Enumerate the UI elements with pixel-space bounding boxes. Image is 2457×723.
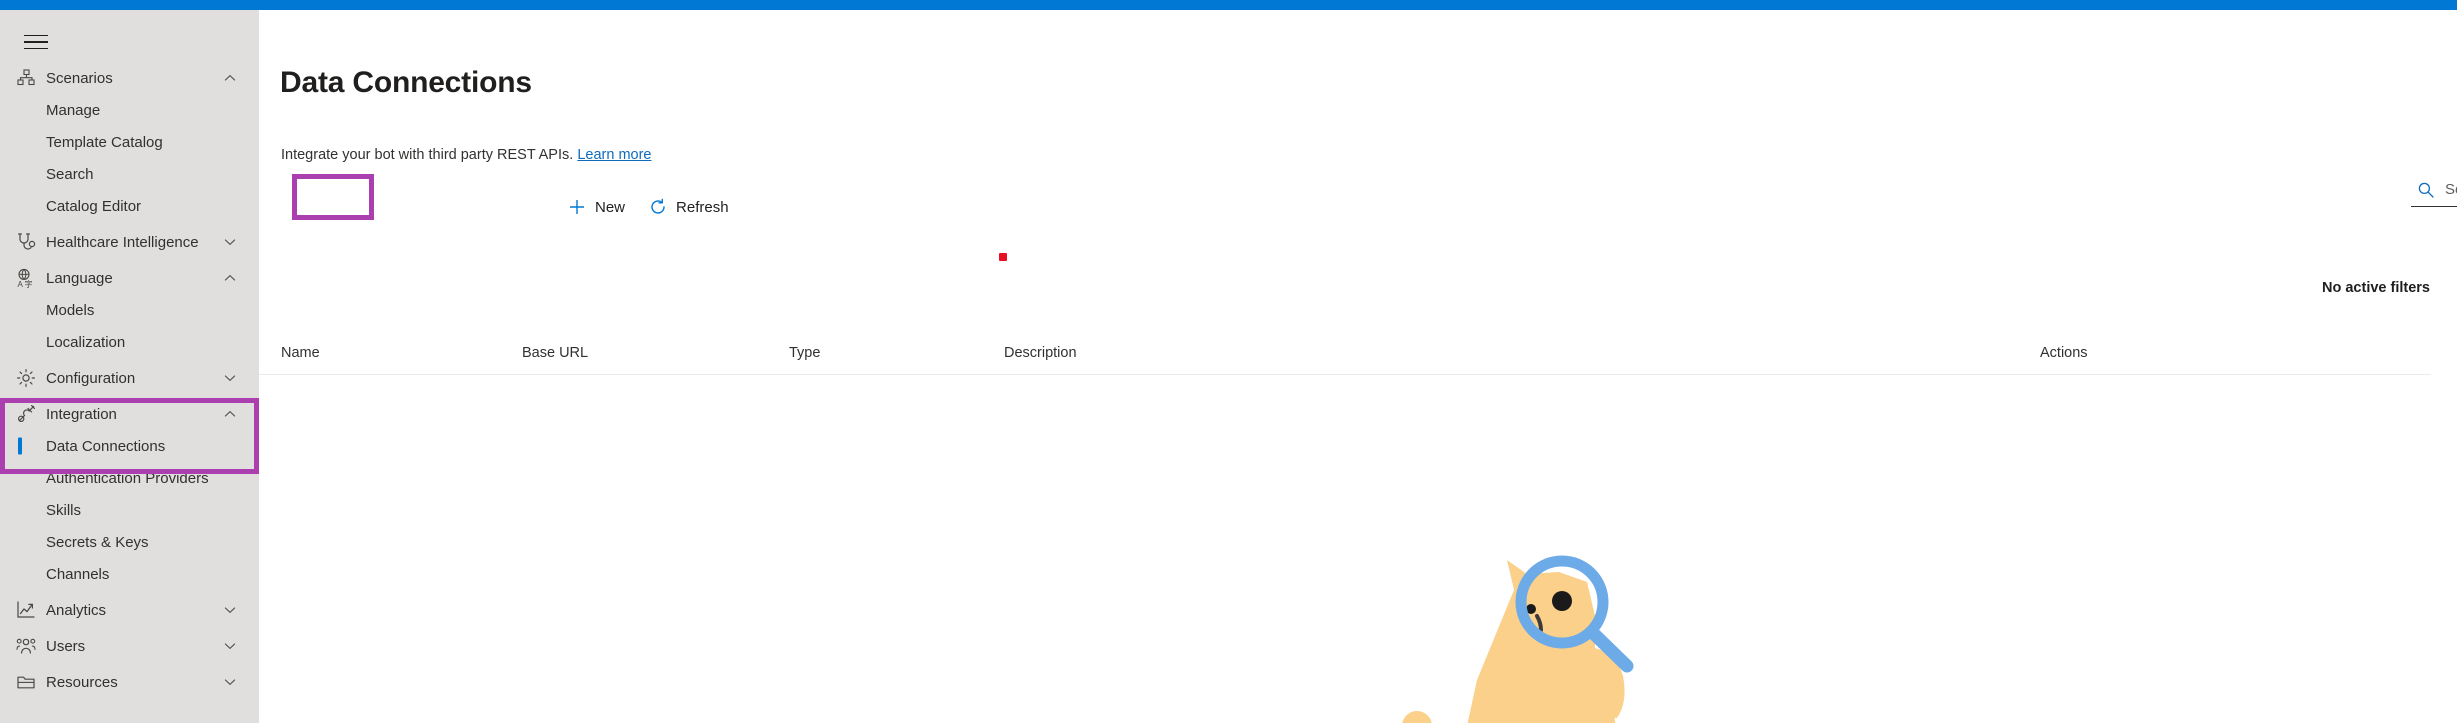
svg-text:A: A (18, 280, 24, 288)
new-button[interactable]: New (556, 189, 637, 225)
active-indicator (18, 437, 22, 455)
sidebar-item-label: Template Catalog (46, 133, 163, 151)
chevron-up-icon[interactable] (223, 407, 237, 421)
subtitle-text: Integrate your bot with third party REST… (281, 147, 574, 163)
sidebar-item-resources[interactable]: Resources (0, 666, 259, 698)
search-input[interactable] (2445, 181, 2457, 198)
sidebar-nav-list: Scenarios Manage Template Catalog Search Cat… (0, 58, 259, 698)
hierarchy-icon (16, 68, 46, 88)
no-active-filters-status: No active filters (2322, 280, 2430, 296)
command-bar: New Refresh (556, 189, 741, 225)
search-box[interactable] (2411, 173, 2457, 207)
sidebar-item-label: Models (46, 301, 95, 319)
refresh-icon (649, 198, 667, 216)
chevron-down-icon[interactable] (223, 235, 237, 249)
folder-icon (16, 672, 46, 692)
top-accent-bar (0, 0, 2457, 10)
cursor-marker (999, 253, 1007, 261)
sidebar-item-label: Catalog Editor (46, 197, 142, 215)
sidebar-item-integration[interactable]: Integration (0, 398, 259, 430)
new-button-label: New (595, 198, 626, 216)
sidebar-item-localization[interactable]: Localization (0, 326, 259, 358)
page-title: Data Connections (280, 66, 532, 99)
search-icon (2417, 181, 2435, 199)
sidebar-item-authentication-providers[interactable]: Authentication Providers (0, 462, 259, 494)
sidebar-item-label: Data Connections (46, 437, 166, 455)
sidebar-item-users[interactable]: Users (0, 630, 259, 662)
column-header-name[interactable]: Name (281, 345, 320, 361)
sidebar-item-label: Authentication Providers (46, 469, 209, 487)
svg-text:字: 字 (25, 279, 33, 288)
sidebar-item-scenarios[interactable]: Scenarios (0, 62, 259, 94)
column-header-actions[interactable]: Actions (2040, 345, 2088, 361)
chevron-up-icon[interactable] (223, 71, 237, 85)
chevron-down-icon[interactable] (223, 371, 237, 385)
table-header-row: Name Base URL Type Description Actions (259, 335, 2431, 375)
column-header-description[interactable]: Description (1004, 345, 1077, 361)
sidebar-item-label: Search (46, 165, 94, 183)
app-root: Scenarios Manage Template Catalog Search Cat… (0, 0, 2457, 723)
chevron-down-icon[interactable] (223, 603, 237, 617)
sidebar-item-secrets-keys[interactable]: Secrets & Keys (0, 526, 259, 558)
hamburger-menu-icon[interactable] (12, 24, 60, 60)
column-header-type[interactable]: Type (789, 345, 820, 361)
sidebar-item-label: Secrets & Keys (46, 533, 149, 551)
chevron-down-icon[interactable] (223, 639, 237, 653)
main-content: Data Connections Integrate your bot with… (259, 10, 2457, 723)
sidebar-item-configuration[interactable]: Configuration (0, 362, 259, 394)
column-header-base-url[interactable]: Base URL (522, 345, 588, 361)
people-icon (16, 636, 46, 656)
sidebar-item-channels[interactable]: Channels (0, 558, 259, 590)
plug-icon (16, 404, 46, 424)
sidebar-item-label: Localization (46, 333, 126, 351)
sidebar-item-healthcare-intelligence[interactable]: Healthcare Intelligence (0, 226, 259, 258)
chevron-up-icon[interactable] (223, 271, 237, 285)
refresh-button[interactable]: Refresh (637, 189, 741, 225)
sidebar-item-models[interactable]: Models (0, 294, 259, 326)
sidebar-item-analytics[interactable]: Analytics (0, 594, 259, 626)
language-icon: A字 (16, 268, 46, 288)
analytics-icon (16, 600, 46, 620)
sidebar-item-label: Skills (46, 501, 82, 519)
cat-with-magnifying-glass-icon (1359, 530, 1779, 723)
left-sidebar: Scenarios Manage Template Catalog Search Cat… (0, 10, 259, 723)
sidebar-item-template-catalog[interactable]: Template Catalog (0, 126, 259, 158)
sidebar-item-label: Channels (46, 565, 110, 583)
sidebar-item-search[interactable]: Search (0, 158, 259, 190)
refresh-button-label: Refresh (676, 198, 729, 216)
stethoscope-icon (16, 232, 46, 252)
sidebar-item-label: Manage (46, 101, 101, 119)
page-subtitle: Integrate your bot with third party REST… (281, 147, 651, 163)
sidebar-item-language[interactable]: A 字 Language (0, 262, 259, 294)
sidebar-item-skills[interactable]: Skills (0, 494, 259, 526)
sidebar-item-catalog-editor[interactable]: Catalog Editor (0, 190, 259, 222)
learn-more-link[interactable]: Learn more (577, 147, 651, 163)
plus-icon (568, 198, 586, 216)
sidebar-item-manage[interactable]: Manage (0, 94, 259, 126)
chevron-down-icon[interactable] (223, 675, 237, 689)
gear-icon (16, 368, 46, 388)
sidebar-item-data-connections[interactable]: Data Connections (0, 430, 259, 462)
